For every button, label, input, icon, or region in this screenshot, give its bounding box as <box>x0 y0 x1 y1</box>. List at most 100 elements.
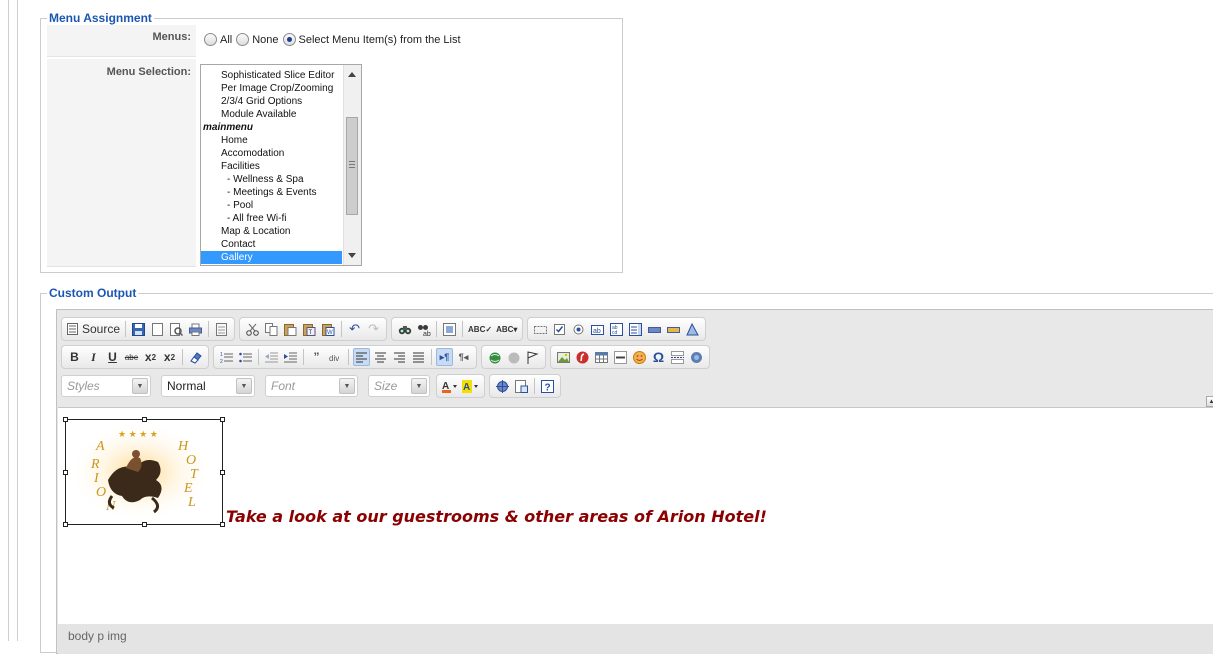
text-field-icon[interactable]: ab <box>589 320 606 338</box>
help-icon[interactable]: ? <box>539 377 556 395</box>
list-item[interactable]: Map & Location <box>201 225 342 238</box>
table-icon[interactable] <box>593 348 610 366</box>
align-right-icon[interactable] <box>391 348 408 366</box>
list-item[interactable]: Gallery <box>201 251 342 264</box>
image-icon[interactable] <box>555 348 572 366</box>
list-item[interactable]: Module Available <box>201 108 342 121</box>
undo-icon[interactable]: ↶ <box>346 320 363 338</box>
copy-button[interactable] <box>263 320 280 338</box>
iframe-icon[interactable] <box>688 348 705 366</box>
size-dropdown[interactable]: Size ▼ <box>368 375 430 397</box>
remove-format-icon[interactable] <box>187 348 204 366</box>
editor-content-area[interactable]: ★ ★ ★ ★ ARIONHOTEL Take a look at our gu… <box>58 407 1213 624</box>
list-item[interactable]: Home <box>201 134 342 147</box>
outdent-icon[interactable] <box>263 348 280 366</box>
radio-select-items-label[interactable]: Select Menu Item(s) from the List <box>299 34 461 46</box>
numbered-list-icon[interactable]: 12 <box>218 348 235 366</box>
toolbar-row-1: Source T W ↶ ↷ ab ABC✓ ABC▾ ab ab cd <box>61 316 707 342</box>
link-icon[interactable] <box>486 348 503 366</box>
paste-button[interactable] <box>282 320 299 338</box>
scroll-down-arrow-icon[interactable] <box>348 253 356 258</box>
scroll-up-arrow-icon[interactable] <box>348 72 356 77</box>
radio-none[interactable] <box>236 33 250 46</box>
select-all-button[interactable] <box>441 320 458 338</box>
subscript-icon[interactable]: x2 <box>142 348 159 366</box>
format-dropdown[interactable]: Normal ▼ <box>161 375 255 397</box>
hidden-field-icon[interactable] <box>684 320 701 338</box>
superscript-icon[interactable]: x2 <box>161 348 178 366</box>
chevron-down-icon[interactable]: ▼ <box>339 378 355 394</box>
list-item[interactable]: Accomodation <box>201 147 342 160</box>
templates-icon <box>216 322 228 336</box>
page-break-icon[interactable] <box>669 348 686 366</box>
list-item[interactable]: - Pool <box>201 199 342 212</box>
scroll-thumb[interactable] <box>346 117 358 215</box>
menu-selection-listbox[interactable]: Sophisticated Slice Editor Per Image Crop… <box>200 64 362 266</box>
radio-button-icon[interactable] <box>570 320 587 338</box>
indent-icon[interactable] <box>282 348 299 366</box>
redo-icon[interactable]: ↷ <box>365 320 382 338</box>
text-direction-rtl-icon[interactable]: ¶◂ <box>455 348 472 366</box>
paste-word-button[interactable]: W <box>320 320 337 338</box>
align-left-icon[interactable] <box>353 348 370 366</box>
italic-icon[interactable]: I <box>85 348 102 366</box>
strikethrough-icon[interactable]: abe <box>123 348 140 366</box>
chevron-down-icon[interactable]: ▼ <box>132 378 148 394</box>
align-justify-icon[interactable] <box>410 348 427 366</box>
align-center-icon[interactable] <box>372 348 389 366</box>
radio-all[interactable] <box>204 33 217 46</box>
maximize-icon[interactable] <box>494 377 511 395</box>
spellcheck-icon[interactable]: ABC✓ <box>467 320 493 338</box>
div-container-icon[interactable]: div <box>327 348 344 366</box>
button-field-icon[interactable] <box>646 320 663 338</box>
list-item[interactable]: - Meetings & Events <box>201 186 342 199</box>
show-blocks-icon[interactable] <box>513 377 530 395</box>
radio-select-items[interactable] <box>282 33 296 46</box>
list-item[interactable]: Per Image Crop/Zooming <box>201 82 342 95</box>
paste-text-button[interactable]: T <box>301 320 318 338</box>
find-button[interactable] <box>396 320 413 338</box>
new-page-button[interactable] <box>149 320 166 338</box>
anchor-icon[interactable] <box>524 348 541 366</box>
listbox-scrollbar[interactable] <box>343 65 361 265</box>
form-icon[interactable] <box>532 320 549 338</box>
special-char-omega-icon[interactable]: Ω <box>650 348 667 366</box>
image-button-icon[interactable] <box>665 320 682 338</box>
collapse-toolbar-icon[interactable]: ▲ <box>1206 396 1213 407</box>
bulleted-list-icon[interactable] <box>237 348 254 366</box>
spellcheck-as-you-type-icon[interactable]: ABC▾ <box>495 320 518 338</box>
horizontal-rule-icon[interactable] <box>612 348 629 366</box>
preview-button[interactable] <box>168 320 185 338</box>
select-field-icon[interactable] <box>627 320 644 338</box>
text-color-button[interactable]: A <box>441 377 459 395</box>
print-button[interactable] <box>187 320 204 338</box>
text-direction-ltr-icon[interactable]: ▸¶ <box>436 348 453 366</box>
list-item[interactable]: Facilities <box>201 160 342 173</box>
flash-icon[interactable] <box>574 348 591 366</box>
blockquote-icon[interactable]: ” <box>308 348 325 366</box>
list-item[interactable]: Contact <box>201 238 342 251</box>
radio-none-label[interactable]: None <box>252 34 278 46</box>
cut-button[interactable] <box>244 320 261 338</box>
bold-icon[interactable]: B <box>66 348 83 366</box>
chevron-down-icon[interactable]: ▼ <box>411 378 427 394</box>
underline-icon[interactable]: U <box>104 348 121 366</box>
background-color-button[interactable]: A <box>461 377 480 395</box>
font-dropdown[interactable]: Font ▼ <box>265 375 358 397</box>
source-button[interactable]: Source <box>66 320 121 338</box>
save-button[interactable] <box>130 320 147 338</box>
list-item[interactable]: - Wellness & Spa <box>201 173 342 186</box>
checkbox-icon[interactable] <box>551 320 568 338</box>
textarea-icon[interactable]: ab cd <box>608 320 625 338</box>
chevron-down-icon[interactable]: ▼ <box>236 378 252 394</box>
list-item[interactable]: - All free Wi-fi <box>201 212 342 225</box>
list-item[interactable]: 2/3/4 Grid Options <box>201 95 342 108</box>
hotel-logo-image[interactable]: ★ ★ ★ ★ ARIONHOTEL <box>63 417 225 527</box>
styles-dropdown[interactable]: Styles ▼ <box>61 375 151 397</box>
list-item[interactable]: Sophisticated Slice Editor <box>201 69 342 82</box>
smiley-icon[interactable] <box>631 348 648 366</box>
replace-button[interactable]: ab <box>415 320 432 338</box>
unlink-icon[interactable] <box>505 348 522 366</box>
templates-button[interactable] <box>213 320 230 338</box>
radio-all-label[interactable]: All <box>220 34 232 46</box>
